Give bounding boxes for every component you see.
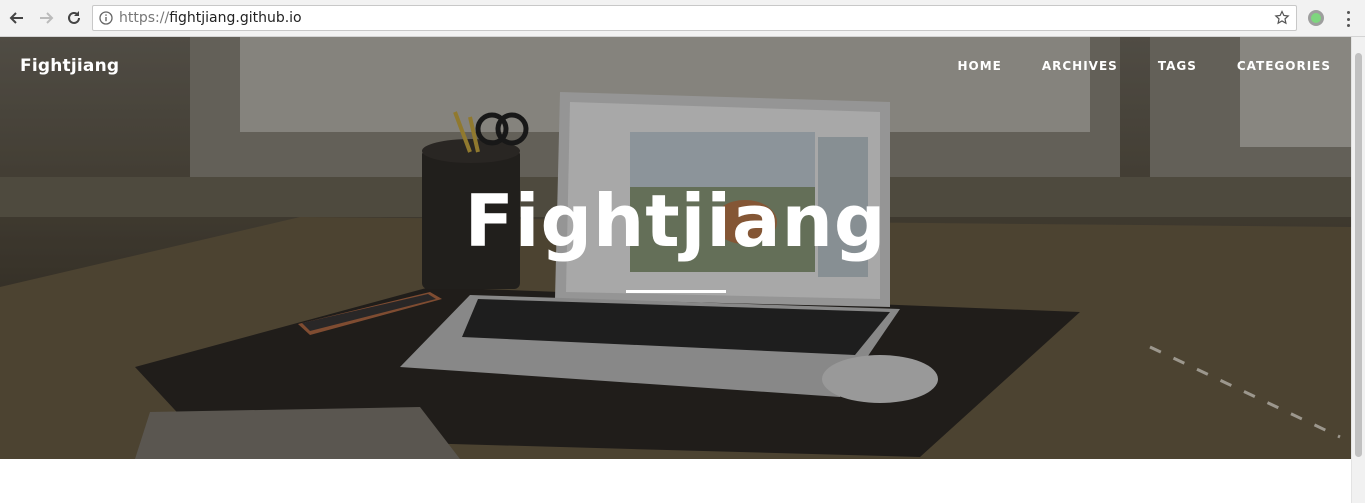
browser-toolbar: https://fightjiang.github.io	[0, 0, 1365, 37]
hero-banner: Fightjiang HOME ARCHIVES TAGS CATEGORIES…	[0, 37, 1351, 459]
nav-tags-link[interactable]: TAGS	[1158, 59, 1197, 73]
address-bar[interactable]: https://fightjiang.github.io	[92, 5, 1297, 31]
nav-categories-link[interactable]: CATEGORIES	[1237, 59, 1331, 73]
extension-icon[interactable]	[1308, 10, 1324, 26]
back-button[interactable]	[5, 6, 29, 30]
reload-button[interactable]	[62, 6, 86, 30]
site-brand-link[interactable]: Fightjiang	[20, 56, 119, 76]
main-navigation: HOME ARCHIVES TAGS CATEGORIES	[917, 59, 1331, 73]
scrollbar-thumb[interactable]	[1355, 53, 1362, 457]
nav-archives-link[interactable]: ARCHIVES	[1042, 59, 1118, 73]
forward-button[interactable]	[34, 6, 58, 30]
menu-dots-icon[interactable]	[1340, 9, 1356, 29]
forward-arrow-icon	[40, 12, 54, 24]
back-arrow-icon	[9, 12, 23, 24]
nav-home-link[interactable]: HOME	[957, 59, 1001, 73]
page-scrollbar[interactable]	[1351, 37, 1365, 503]
url-scheme: https://	[119, 10, 170, 26]
url-text: https://fightjiang.github.io	[119, 6, 302, 30]
url-host: fightjiang.github.io	[169, 10, 302, 26]
title-divider	[626, 290, 726, 293]
reload-icon	[68, 11, 80, 24]
bookmark-star-icon[interactable]	[1274, 10, 1290, 26]
info-icon[interactable]	[99, 11, 113, 25]
hero-title: Fightjiang	[464, 179, 887, 263]
